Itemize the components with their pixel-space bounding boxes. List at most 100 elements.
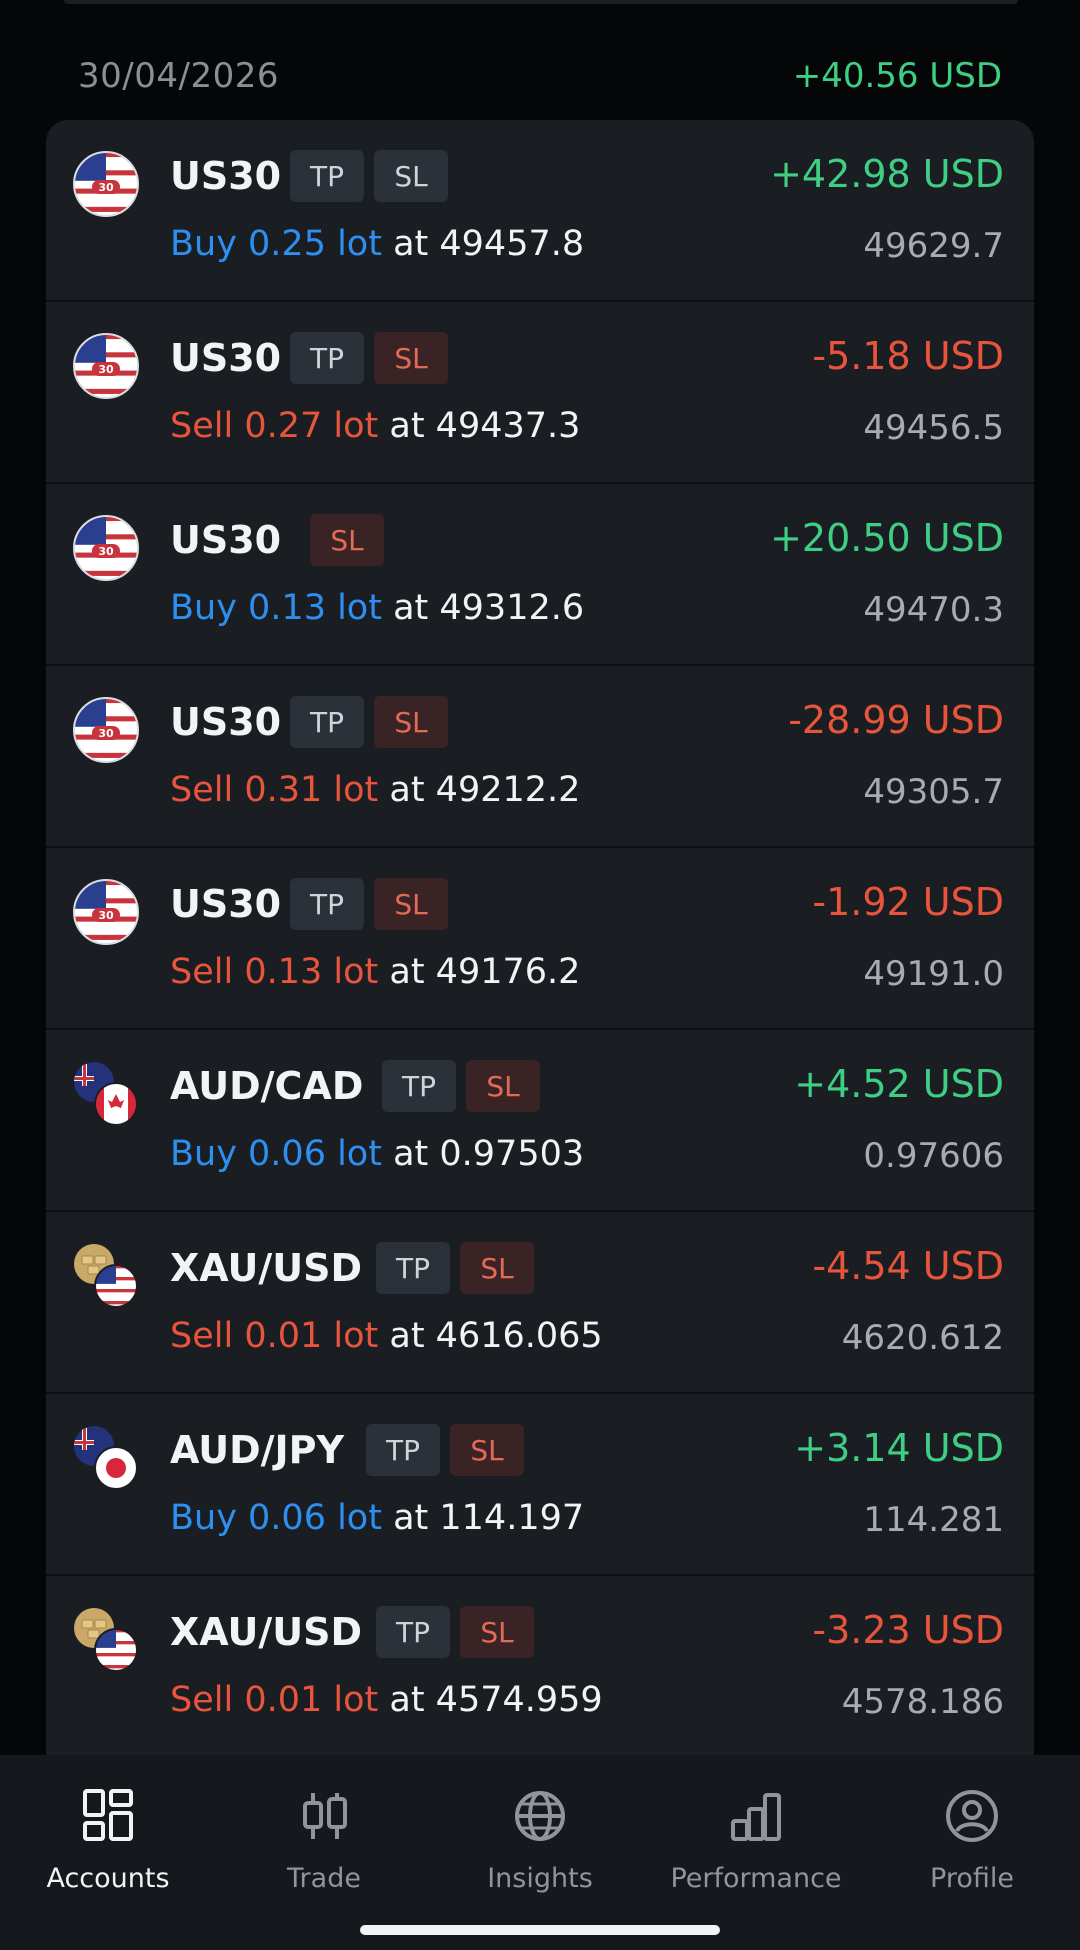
position-row[interactable]: 30 US30 SL Buy 0.13 lot at 49312.6 +20.50 US… xyxy=(46,484,1034,666)
aud-cad-flags-icon xyxy=(72,1060,140,1128)
sl-badge: SL xyxy=(374,696,448,748)
xau-usd-icon xyxy=(72,1606,140,1674)
position-pnl: -5.18 USD xyxy=(812,334,1004,378)
position-symbol: AUD/JPY xyxy=(170,1428,345,1472)
open-price: at 0.97503 xyxy=(393,1134,585,1174)
position-symbol: XAU/USD xyxy=(170,1246,363,1290)
svg-text:30: 30 xyxy=(98,909,114,922)
position-pnl: +20.50 USD xyxy=(770,516,1004,560)
us30-flag-icon: 30 xyxy=(72,696,140,764)
position-detail: Buy 0.13 lot at 49312.6 xyxy=(170,588,584,628)
position-pnl: -28.99 USD xyxy=(788,698,1004,742)
nav-label: Performance xyxy=(670,1863,842,1894)
position-detail: Sell 0.01 lot at 4616.065 xyxy=(170,1316,603,1356)
sl-badge: SL xyxy=(450,1424,524,1476)
profile-icon xyxy=(946,1790,998,1842)
tp-badge: TP xyxy=(290,150,364,202)
svg-text:30: 30 xyxy=(98,363,114,376)
position-pnl: +3.14 USD xyxy=(794,1426,1004,1470)
position-row[interactable]: 30 US30 TP SL Sell 0.27 lot at 49437.3 -5.18 … xyxy=(46,302,1034,484)
position-row[interactable]: XAU/USD TP SL Sell 0.01 lot at 4616.065 -4.5… xyxy=(46,1212,1034,1394)
open-price: at 114.197 xyxy=(393,1498,585,1538)
current-price: 4620.612 xyxy=(841,1318,1004,1358)
home-indicator xyxy=(360,1925,720,1935)
position-row[interactable]: AUD/CAD TP SL Buy 0.06 lot at 0.97503 +4.52 … xyxy=(46,1030,1034,1212)
tp-badge: TP xyxy=(376,1242,450,1294)
position-side-volume: Sell 0.31 lot xyxy=(170,770,379,810)
aud-jpy-flags-icon xyxy=(72,1424,140,1492)
position-symbol: AUD/CAD xyxy=(170,1064,364,1108)
position-pnl: +4.52 USD xyxy=(794,1062,1004,1106)
position-row[interactable]: AUD/JPY TP SL Buy 0.06 lot at 114.197 +3.14 … xyxy=(46,1394,1034,1576)
svg-text:30: 30 xyxy=(98,545,114,558)
position-symbol: US30 xyxy=(170,336,282,380)
position-side-volume: Buy 0.06 lot xyxy=(170,1498,382,1538)
nav-tab-profile[interactable]: Profile xyxy=(864,1785,1080,1905)
current-price: 114.281 xyxy=(863,1500,1004,1540)
accounts-grid-icon xyxy=(83,1789,133,1841)
position-symbol: US30 xyxy=(170,882,282,926)
nav-label: Profile xyxy=(930,1863,1014,1894)
position-detail: Sell 0.13 lot at 49176.2 xyxy=(170,952,580,992)
sl-badge: SL xyxy=(374,150,448,202)
sl-badge: SL xyxy=(460,1606,534,1658)
open-price: at 49176.2 xyxy=(389,952,581,992)
previous-card-edge xyxy=(64,0,1018,4)
current-price: 49456.5 xyxy=(863,408,1004,448)
us30-flag-icon: 30 xyxy=(72,150,140,218)
nav-tab-performance[interactable]: Performance xyxy=(648,1785,864,1905)
current-price: 4578.186 xyxy=(841,1682,1004,1722)
current-price: 49629.7 xyxy=(863,226,1004,266)
tp-badge: TP xyxy=(382,1060,456,1112)
open-price: at 49457.8 xyxy=(393,224,585,264)
position-row[interactable]: 30 US30 TP SL Sell 0.13 lot at 49176.2 -1.92 … xyxy=(46,848,1034,1030)
open-price: at 4616.065 xyxy=(389,1316,603,1356)
position-pnl: -1.92 USD xyxy=(812,880,1004,924)
nav-label: Accounts xyxy=(46,1863,170,1894)
sl-badge: SL xyxy=(460,1242,534,1294)
position-detail: Buy 0.06 lot at 0.97503 xyxy=(170,1134,584,1174)
tp-badge: TP xyxy=(290,878,364,930)
globe-icon xyxy=(515,1791,565,1841)
open-price: at 49437.3 xyxy=(389,406,581,446)
position-pnl: -3.23 USD xyxy=(812,1608,1004,1652)
position-row[interactable]: 30 US30 TP SL Sell 0.31 lot at 49212.2 -28.99… xyxy=(46,666,1034,848)
current-price: 49305.7 xyxy=(863,772,1004,812)
tp-badge: TP xyxy=(290,332,364,384)
date-label: 30/04/2026 xyxy=(78,56,279,96)
us30-flag-icon: 30 xyxy=(72,878,140,946)
current-price: 49191.0 xyxy=(863,954,1004,994)
candlestick-icon xyxy=(303,1793,347,1839)
position-side-volume: Sell 0.01 lot xyxy=(170,1316,379,1356)
us30-flag-icon: 30 xyxy=(72,514,140,582)
xau-usd-icon xyxy=(72,1242,140,1310)
tp-badge: TP xyxy=(366,1424,440,1476)
position-row[interactable]: XAU/USD TP SL Sell 0.01 lot at 4574.959 -3.2… xyxy=(46,1576,1034,1758)
sl-badge: SL xyxy=(466,1060,540,1112)
position-detail: Buy 0.25 lot at 49457.8 xyxy=(170,224,584,264)
position-symbol: US30 xyxy=(170,518,282,562)
nav-tab-accounts[interactable]: Accounts xyxy=(0,1785,216,1905)
current-price: 49470.3 xyxy=(863,590,1004,630)
sl-badge: SL xyxy=(310,514,384,566)
position-detail: Sell 0.01 lot at 4574.959 xyxy=(170,1680,603,1720)
position-detail: Sell 0.27 lot at 49437.3 xyxy=(170,406,580,446)
position-side-volume: Sell 0.13 lot xyxy=(170,952,379,992)
daily-total-pnl: +40.56 USD xyxy=(792,56,1002,96)
position-side-volume: Sell 0.27 lot xyxy=(170,406,379,446)
open-price: at 4574.959 xyxy=(389,1680,603,1720)
sl-badge: SL xyxy=(374,878,448,930)
position-pnl: -4.54 USD xyxy=(812,1244,1004,1288)
nav-tab-trade[interactable]: Trade xyxy=(216,1785,432,1905)
nav-label: Trade xyxy=(287,1863,361,1894)
svg-text:30: 30 xyxy=(98,181,114,194)
position-detail: Sell 0.31 lot at 49212.2 xyxy=(170,770,580,810)
position-side-volume: Buy 0.13 lot xyxy=(170,588,382,628)
open-price: at 49212.2 xyxy=(389,770,581,810)
position-symbol: XAU/USD xyxy=(170,1610,363,1654)
open-price: at 49312.6 xyxy=(393,588,585,628)
bottom-navigation: Accounts Trade Insights Performance Prof… xyxy=(0,1755,1080,1950)
svg-text:30: 30 xyxy=(98,727,114,740)
nav-tab-insights[interactable]: Insights xyxy=(432,1785,648,1905)
position-row[interactable]: 30 US30 TP SL Buy 0.25 lot at 49457.8 +42.98 … xyxy=(46,120,1034,302)
